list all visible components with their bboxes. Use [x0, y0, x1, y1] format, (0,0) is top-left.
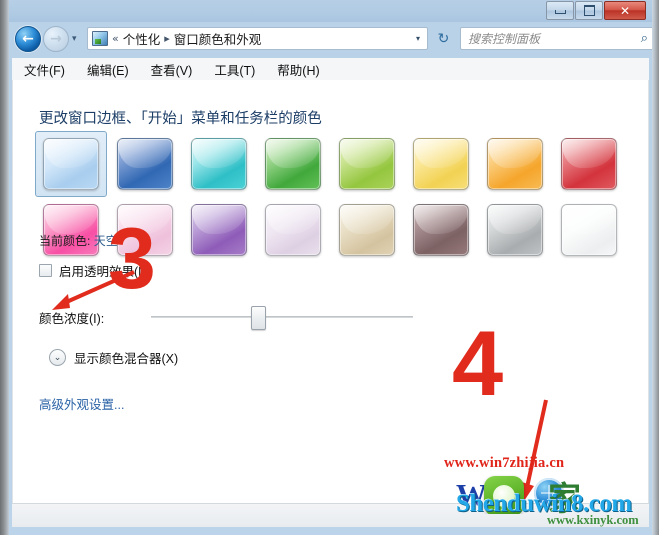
transparency-checkbox[interactable]: [39, 264, 52, 277]
watermark-url-bottom: www.kxinyk.com: [547, 513, 639, 527]
color-swatch-黄色[interactable]: [405, 131, 477, 197]
color-swatch-tile: [117, 204, 173, 256]
address-input[interactable]: « 个性化 ▸ 窗口颜色和外观 ▾: [87, 27, 428, 50]
color-swatch-tile: [191, 204, 247, 256]
breadcrumb-item-personalization[interactable]: 个性化: [123, 29, 161, 48]
current-color-text: 当前颜色: 天空: [39, 232, 118, 249]
back-button[interactable]: ←: [15, 26, 41, 52]
forward-arrow-icon: →: [50, 31, 62, 47]
breadcrumb-overflow-icon[interactable]: «: [112, 32, 119, 45]
refresh-button[interactable]: ↻: [433, 27, 454, 50]
color-swatch-沙色[interactable]: [331, 197, 403, 263]
personalization-icon: [92, 31, 108, 46]
color-swatch-tile: [413, 204, 469, 256]
menu-item-tools[interactable]: 工具(T): [214, 60, 255, 79]
color-swatch-tile: [265, 204, 321, 256]
color-swatch-tile: [339, 204, 395, 256]
color-swatch-tile: [339, 138, 395, 190]
color-swatch-tile: [561, 204, 617, 256]
slider-thumb[interactable]: [251, 306, 266, 330]
transparency-checkbox-row[interactable]: 启用透明效果(N): [39, 261, 151, 280]
color-swatch-橙色[interactable]: [479, 131, 551, 197]
search-input[interactable]: 搜索控制面板: [468, 30, 641, 47]
advanced-appearance-link[interactable]: 高级外观设置...: [39, 394, 124, 413]
color-swatch-tile: [561, 138, 617, 190]
breadcrumb-separator-icon: ▸: [164, 32, 170, 45]
color-swatch-翠绿[interactable]: [257, 131, 329, 197]
content-pane: 更改窗口边框、「开始」菜单和任务栏的颜色 当前颜色: 天空 启用透明效果(N) …: [12, 80, 649, 503]
color-swatch-紫红[interactable]: [109, 197, 181, 263]
transparency-label: 启用透明效果(N): [59, 265, 152, 279]
address-bar: ← → ▾ « 个性化 ▸ 窗口颜色和外观 ▾ ↻ 搜索控制面板 ⌕: [9, 22, 656, 58]
watermark-logo: WIN 家 Shenduwin8.com: [456, 474, 656, 514]
search-box[interactable]: 搜索控制面板 ⌕: [460, 27, 656, 50]
current-color-label: 当前颜色:: [39, 234, 91, 248]
color-swatch-grid: [35, 131, 635, 263]
menu-item-edit[interactable]: 编辑(E): [87, 60, 129, 79]
color-mixer-label: 显示颜色混合器(X): [74, 352, 179, 366]
color-swatch-银色[interactable]: [479, 197, 551, 263]
page-title: 更改窗口边框、「开始」菜单和任务栏的颜色: [39, 111, 322, 127]
color-swatch-tile: [43, 138, 99, 190]
color-swatch-tile: [487, 138, 543, 190]
window-border-right: [652, 0, 659, 535]
watermark-url-top: www.win7zhijia.cn: [444, 455, 565, 471]
menu-item-help[interactable]: 帮助(H): [277, 60, 319, 79]
menu-bar: 文件(F) 编辑(E) 查看(V) 工具(T) 帮助(H): [12, 58, 649, 80]
window-border-left: [0, 0, 9, 535]
close-button[interactable]: ✕: [604, 1, 646, 20]
intensity-slider-row: 颜色浓度(I):: [39, 306, 599, 330]
color-swatch-tile: [413, 138, 469, 190]
window-controls: ✕: [546, 1, 646, 20]
swatch-row: [35, 197, 635, 263]
color-swatch-海洋[interactable]: [183, 131, 255, 197]
color-swatch-淡紫[interactable]: [257, 197, 329, 263]
color-swatch-黄绿[interactable]: [331, 131, 403, 197]
color-mixer-expander[interactable]: ⌄ 显示颜色混合器(X): [49, 348, 178, 367]
color-swatch-白色[interactable]: [553, 197, 625, 263]
maximize-button[interactable]: [575, 1, 603, 20]
color-swatch-tile: [117, 138, 173, 190]
navigation-buttons: ← → ▾: [15, 26, 77, 52]
color-swatch-紫色[interactable]: [183, 197, 255, 263]
current-color-value: 天空: [93, 234, 118, 248]
intensity-label: 颜色浓度(I):: [39, 311, 105, 326]
menu-item-view[interactable]: 查看(V): [151, 60, 193, 79]
slider-track[interactable]: [151, 316, 413, 318]
color-swatch-粉红[interactable]: [35, 197, 107, 263]
color-swatch-天空[interactable]: [35, 131, 107, 197]
swatch-row: [35, 131, 635, 197]
menu-item-file[interactable]: 文件(F): [24, 60, 65, 79]
chevron-down-icon[interactable]: ▾: [416, 34, 420, 43]
color-swatch-tile: [265, 138, 321, 190]
chevron-down-icon: ⌄: [49, 349, 66, 366]
color-swatch-砂浆[interactable]: [405, 197, 477, 263]
back-arrow-icon: ←: [22, 31, 34, 47]
search-icon: ⌕: [640, 31, 648, 46]
breadcrumb-item-window-color[interactable]: 窗口颜色和外观: [174, 29, 262, 48]
color-swatch-tile: [191, 138, 247, 190]
forward-button[interactable]: →: [43, 26, 69, 52]
control-panel-window: ✕ ← → ▾ « 个性化 ▸ 窗口颜色和外观 ▾ ↻ 搜索控制面板 ⌕ 文件(…: [0, 0, 659, 535]
title-bar: ✕: [9, 0, 652, 22]
color-swatch-tile: [487, 204, 543, 256]
intensity-slider[interactable]: [151, 306, 413, 330]
watermark-brand: Shenduwin8.com: [456, 490, 632, 514]
history-dropdown-icon[interactable]: ▾: [72, 34, 77, 44]
refresh-icon: ↻: [437, 30, 450, 47]
minimize-button[interactable]: [546, 1, 574, 20]
color-swatch-宝石蓝[interactable]: [109, 131, 181, 197]
color-swatch-红色[interactable]: [553, 131, 625, 197]
